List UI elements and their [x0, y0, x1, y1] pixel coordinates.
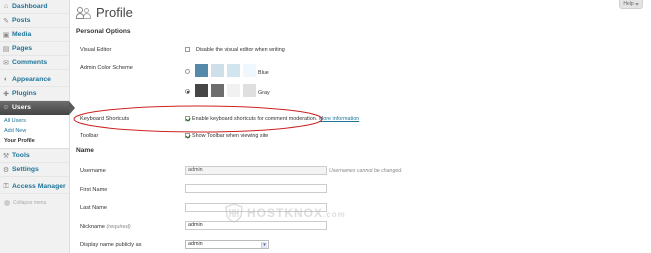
sidebar-item-media[interactable]: ▣ Media — [0, 28, 69, 42]
sidebar-item-label: Appearance — [12, 76, 51, 83]
sidebar-item-label: Dashboard — [12, 3, 48, 10]
color-swatch — [211, 64, 224, 77]
visual-editor-label: Visual Editor — [80, 47, 112, 53]
hostknox-logo-icon — [225, 203, 243, 223]
nickname-required: (required) — [106, 224, 131, 230]
visual-editor-checkbox[interactable] — [185, 47, 190, 52]
sidebar-item-dashboard[interactable]: ⌂ Dashboard — [0, 0, 69, 14]
sidebar-item-label: Media — [12, 31, 32, 38]
first-name-label: First Name — [80, 187, 108, 193]
tools-icon: ⚒ — [2, 152, 10, 160]
access-manager-icon: ⚿ — [3, 182, 9, 190]
keyboard-shortcuts-text: Enable keyboard shortcuts for comment mo… — [192, 116, 359, 122]
nickname-label-text: Nickname — [80, 224, 105, 230]
sidebar-item-appearance[interactable]: ◐ Appearance — [0, 73, 69, 87]
sidebar-item-label: Pages — [12, 45, 33, 52]
color-scheme-radio-blue[interactable] — [185, 69, 190, 74]
first-name-field[interactable] — [185, 184, 327, 193]
appearance-icon: ◐ — [3, 76, 9, 83]
collapse-icon — [4, 200, 10, 206]
users-submenu: All Users Add New Your Profile — [0, 115, 69, 149]
last-name-label: Last Name — [80, 205, 108, 211]
more-information-link[interactable]: More information — [319, 116, 359, 122]
keyboard-shortcuts-label: Keyboard Shortcuts — [80, 116, 130, 122]
chevron-down-icon: ▾ — [261, 242, 267, 248]
display-name-value: admin — [188, 241, 203, 247]
sidebar-item-posts[interactable]: ✎ Posts — [0, 14, 69, 28]
collapse-label: Collapse menu — [13, 200, 47, 206]
color-swatch — [227, 84, 240, 97]
sidebar-item-label: Tools — [12, 152, 30, 159]
display-name-label: Display name publicly as — [80, 242, 142, 248]
sidebar-item-settings[interactable]: ⚙ Settings — [0, 163, 69, 177]
page-header: Profile — [76, 5, 133, 20]
hostknox-watermark: HOSTKNOX.com — [225, 203, 346, 223]
submenu-item-add-new[interactable]: Add New — [0, 126, 69, 136]
toolbar-label: Toolbar — [80, 133, 99, 139]
keyboard-shortcuts-description: Enable keyboard shortcuts for comment mo… — [192, 116, 318, 122]
main-content: Help Profile Personal Options Visual Edi… — [71, 0, 651, 253]
sidebar-item-label: Users — [12, 104, 31, 111]
nickname-label: Nickname (required) — [80, 224, 131, 230]
page-title: Profile — [96, 5, 133, 20]
admin-sidebar: ⌂ Dashboard ✎ Posts ▣ Media ▤ Pages ✉ Comments ◐ Ap… — [0, 0, 75, 253]
sidebar-item-plugins[interactable]: ✚ Plugins — [0, 87, 69, 101]
sidebar-item-label: Access Manager — [12, 183, 66, 190]
sidebar-item-tools[interactable]: ⚒ Tools — [0, 149, 69, 163]
profile-icon — [76, 6, 92, 20]
visual-editor-text: Disable the visual editor when writing — [196, 47, 285, 53]
comments-icon: ✉ — [3, 59, 9, 67]
color-scheme-name: Blue — [258, 70, 269, 76]
toolbar-text: Show Toolbar when viewing site — [192, 133, 269, 139]
keyboard-shortcuts-checkbox[interactable] — [185, 116, 190, 121]
color-swatch — [227, 64, 240, 77]
sidebar-item-label: Plugins — [12, 90, 37, 97]
color-swatch — [243, 84, 256, 97]
color-scheme-radio-gray[interactable] — [185, 89, 190, 94]
submenu-item-all-users[interactable]: All Users — [0, 116, 69, 126]
color-scheme-label: Admin Color Scheme — [80, 65, 133, 71]
media-icon: ▣ — [2, 31, 10, 39]
sidebar-item-access-manager[interactable]: ⚿ Access Manager — [0, 180, 69, 194]
sidebar-item-comments[interactable]: ✉ Comments — [0, 56, 69, 70]
pages-icon: ▤ — [2, 45, 10, 53]
sidebar-item-label: Settings — [12, 166, 39, 173]
sidebar-item-users[interactable]: ☺ Users — [0, 101, 75, 115]
plugins-icon: ✚ — [3, 90, 9, 98]
submenu-item-your-profile[interactable]: Your Profile — [0, 136, 69, 146]
users-icon: ☺ — [2, 104, 10, 111]
username-field[interactable]: admin — [185, 166, 327, 175]
toolbar-checkbox[interactable] — [185, 133, 190, 138]
color-swatch — [211, 84, 224, 97]
help-tab[interactable]: Help — [619, 0, 643, 9]
help-label: Help — [623, 1, 634, 7]
color-scheme-name: Gray — [258, 90, 270, 96]
username-label: Username — [80, 168, 106, 174]
color-swatch — [195, 84, 208, 97]
color-swatch — [195, 64, 208, 77]
name-heading: Name — [76, 147, 94, 154]
collapse-menu-button[interactable]: Collapse menu — [0, 194, 69, 206]
watermark-text: HOSTKNOX.com — [247, 206, 346, 220]
sidebar-item-label: Comments — [12, 59, 48, 66]
chevron-down-icon — [634, 2, 639, 6]
settings-icon: ⚙ — [2, 166, 10, 174]
sidebar-item-label: Posts — [12, 17, 31, 24]
display-name-select[interactable]: admin ▾ — [185, 240, 269, 249]
posts-icon: ✎ — [3, 17, 9, 25]
dashboard-icon: ⌂ — [3, 3, 9, 10]
sidebar-item-pages[interactable]: ▤ Pages — [0, 42, 69, 56]
personal-options-heading: Personal Options — [76, 28, 131, 35]
username-note: Usernames cannot be changed. — [329, 168, 403, 174]
color-swatch — [243, 64, 256, 77]
